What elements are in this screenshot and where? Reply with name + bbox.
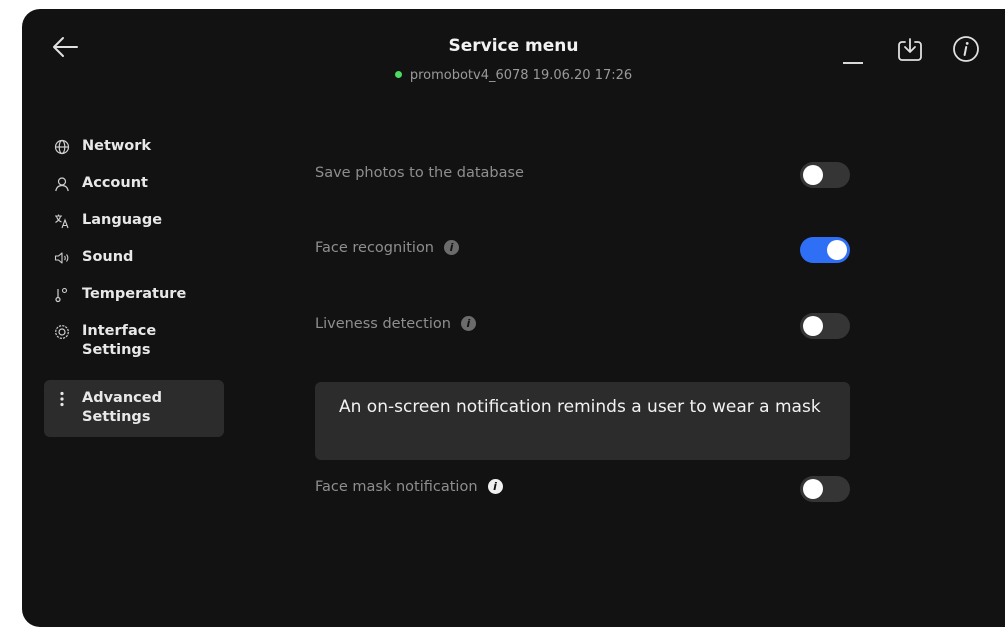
sidebar-item-network[interactable]: Network (44, 131, 224, 162)
info-icon (953, 36, 979, 62)
sidebar-item-account[interactable]: Account (44, 168, 224, 199)
setting-row-liveness-detection: Liveness detection i (315, 312, 850, 340)
sidebar-item-label: Account (82, 175, 148, 191)
minimize-button[interactable] (840, 42, 866, 68)
settings-sidebar: Network Account Language Sound Temperatu… (44, 131, 224, 437)
toggle-knob (803, 316, 823, 336)
setting-label-wrap: Liveness detection i (315, 316, 476, 332)
face-recognition-toggle[interactable] (800, 237, 850, 263)
toggle-knob (803, 479, 823, 499)
info-icon[interactable]: i (460, 316, 476, 331)
sidebar-item-interface-settings[interactable]: Interface Settings (44, 316, 224, 366)
toggle-knob (827, 240, 847, 260)
setting-row-face-recognition: Face recognition i (315, 236, 850, 264)
liveness-detection-toggle[interactable] (800, 313, 850, 339)
setting-label: Face mask notification (315, 479, 478, 495)
sidebar-item-label: Network (82, 138, 152, 154)
setting-label: Liveness detection (315, 316, 451, 332)
sidebar-item-advanced-settings[interactable]: Advanced Settings (44, 380, 224, 437)
info-icon[interactable]: i (444, 240, 460, 255)
download-icon (898, 38, 922, 61)
gear-icon (55, 325, 69, 339)
service-menu-screen: Service menu promobotv4_6078 19.06.20 17… (22, 9, 1005, 627)
translate-icon (55, 214, 69, 229)
device-status-text: promobotv4_6078 19.06.20 17:26 (409, 68, 633, 83)
sidebar-item-label: Interface Settings (82, 323, 157, 358)
online-status-dot (394, 71, 402, 78)
setting-row-face-mask-notification: Face mask notification i (315, 475, 850, 503)
sidebar-item-language[interactable]: Language (44, 205, 224, 236)
speaker-icon (54, 252, 69, 264)
vertical-dots-icon (60, 391, 64, 407)
info-icon[interactable]: i (487, 479, 503, 494)
setting-label: Face recognition (315, 240, 435, 256)
sidebar-item-label: Temperature (82, 286, 187, 302)
setting-label-wrap: Face mask notification i (315, 479, 503, 495)
sidebar-item-sound[interactable]: Sound (44, 242, 224, 273)
setting-label-wrap: Face recognition i (315, 240, 460, 256)
toggle-knob (803, 165, 823, 185)
face-mask-tooltip: An on-screen notification reminds a user… (315, 382, 850, 460)
sidebar-item-label: Advanced Settings (82, 390, 162, 425)
thermometer-icon (55, 287, 68, 303)
sidebar-item-label: Language (82, 212, 163, 228)
setting-row-save-photos: Save photos to the database (315, 161, 850, 189)
info-button[interactable] (952, 35, 980, 63)
user-icon (55, 177, 69, 192)
download-button[interactable] (896, 36, 924, 64)
save-photos-toggle[interactable] (800, 162, 850, 188)
face-mask-notification-toggle[interactable] (800, 476, 850, 502)
globe-icon (54, 139, 70, 155)
setting-label: Save photos to the database (315, 165, 524, 181)
sidebar-item-temperature[interactable]: Temperature (44, 279, 224, 310)
sidebar-item-label: Sound (82, 249, 134, 265)
device-status: promobotv4_6078 19.06.20 17:26 (22, 68, 1005, 83)
